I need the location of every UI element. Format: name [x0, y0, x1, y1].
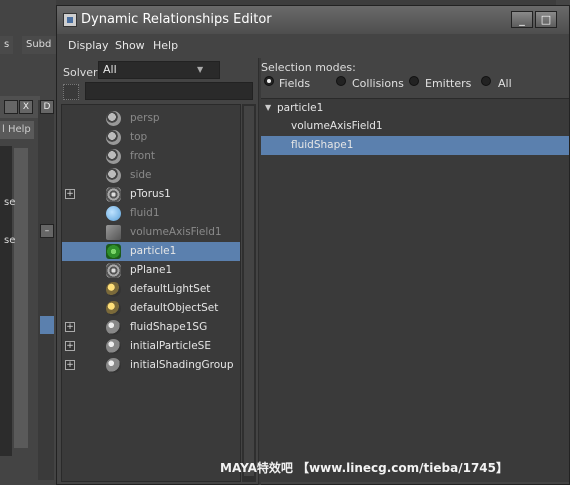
window-titlebar[interactable]: Dynamic Relationships Editor _ □ [57, 6, 569, 34]
dynamic-relationships-window: Dynamic Relationships Editor _ □ Display… [56, 5, 570, 485]
background-menu-item[interactable]: Subd [22, 36, 56, 54]
relationship-item[interactable]: volumeAxisField1 [261, 117, 569, 136]
outliner-item-label: persp [130, 112, 160, 124]
expand-icon[interactable]: + [65, 189, 75, 199]
outliner-item-label: side [130, 169, 152, 181]
outliner-item-label: pPlane1 [130, 264, 173, 276]
outliner-item-label: top [130, 131, 148, 143]
outliner-item[interactable]: defaultObjectSet [62, 299, 240, 318]
shading-group-icon [106, 320, 121, 335]
relationship-root[interactable]: particle1 [277, 102, 323, 114]
menu-show[interactable]: Show [115, 39, 145, 52]
filter-icon[interactable] [63, 84, 79, 100]
object-outliner[interactable]: persp top front side + pTorus1 fluid1 volumeAxi… [61, 104, 241, 482]
set-icon [106, 282, 121, 297]
outliner-item[interactable]: persp [62, 109, 240, 128]
collisions-radio[interactable] [336, 76, 346, 86]
outliner-item[interactable]: particle1 [62, 242, 240, 261]
particle-icon [106, 244, 121, 259]
outliner-item-label: fluid1 [130, 207, 160, 219]
solver-label: Solver [63, 66, 98, 79]
background-close-button[interactable]: X [19, 100, 33, 114]
filter-input[interactable] [85, 82, 253, 100]
fluid-icon [106, 206, 121, 221]
window-title: Dynamic Relationships Editor [81, 12, 272, 27]
outliner-item[interactable]: + fluidShape1SG [62, 318, 240, 337]
selection-modes-label: Selection modes: [261, 61, 356, 74]
outliner-item-label: pTorus1 [130, 188, 171, 200]
outliner-item-label: particle1 [130, 245, 177, 257]
set-icon [106, 301, 121, 316]
chevron-down-icon[interactable]: ▼ [197, 65, 203, 74]
outliner-item[interactable]: volumeAxisField1 [62, 223, 240, 242]
camera-icon [106, 130, 121, 145]
maximize-button[interactable]: □ [535, 11, 557, 28]
camera-icon [106, 111, 121, 126]
fields-radio-label[interactable]: Fields [279, 77, 310, 90]
expand-icon[interactable]: + [65, 341, 75, 351]
outliner-item[interactable]: defaultLightSet [62, 280, 240, 299]
fields-radio[interactable] [264, 76, 274, 86]
outliner-item[interactable]: + initialParticleSE [62, 337, 240, 356]
shading-group-icon [106, 339, 121, 354]
background-side-label: se [4, 235, 16, 246]
all-radio-label[interactable]: All [498, 77, 512, 90]
background-side-label: se [4, 197, 16, 208]
background-float-button[interactable] [4, 100, 18, 114]
background-scrollbar[interactable] [14, 148, 28, 448]
outliner-item-label: front [130, 150, 155, 162]
outliner-item-label: initialShadingGroup [130, 359, 234, 371]
menu-display[interactable]: Display [68, 39, 109, 52]
background-d-button[interactable]: D [40, 100, 54, 114]
menubar: Display Show Help [57, 35, 569, 57]
relationship-item-label: volumeAxisField1 [291, 120, 383, 132]
outliner-item[interactable]: fluid1 [62, 204, 240, 223]
relationships-panel[interactable] [261, 98, 569, 482]
outliner-item-label: fluidShape1SG [130, 321, 208, 333]
background-panel [0, 146, 12, 456]
background-side-column [38, 100, 54, 480]
mesh-icon [106, 187, 121, 202]
background-collapse-button[interactable]: – [40, 224, 54, 238]
outliner-item[interactable]: side [62, 166, 240, 185]
outliner-scroll-thumb[interactable] [244, 106, 254, 476]
outliner-item-label: initialParticleSE [130, 340, 211, 352]
camera-icon [106, 168, 121, 183]
minimize-button[interactable]: _ [511, 11, 533, 28]
mesh-icon [106, 263, 121, 278]
camera-icon [106, 149, 121, 164]
outliner-item-label: volumeAxisField1 [130, 226, 222, 238]
relationship-item[interactable]: fluidShape1 [261, 136, 569, 155]
outliner-item-label: defaultObjectSet [130, 302, 219, 314]
background-selection [40, 316, 54, 334]
watermark: MAYA特效吧 【www.linecg.com/tieba/1745】 [220, 461, 509, 475]
expand-icon[interactable]: + [65, 360, 75, 370]
app-icon [63, 13, 77, 27]
outliner-item[interactable]: + pTorus1 [62, 185, 240, 204]
shading-group-icon [106, 358, 121, 373]
background-menu-item[interactable]: s [0, 36, 14, 54]
outliner-item[interactable]: top [62, 128, 240, 147]
solver-value: All [103, 63, 117, 76]
expand-icon[interactable]: + [65, 322, 75, 332]
outliner-item-label: defaultLightSet [130, 283, 211, 295]
outliner-item[interactable]: pPlane1 [62, 261, 240, 280]
outliner-item[interactable]: + initialShadingGroup [62, 356, 240, 375]
menu-help[interactable]: Help [153, 39, 178, 52]
tree-expand-icon[interactable]: ▼ [265, 103, 271, 112]
relationship-item-label: fluidShape1 [291, 139, 354, 151]
outliner-item[interactable]: front [62, 147, 240, 166]
all-radio[interactable] [481, 76, 491, 86]
background-help-label: l Help [0, 121, 34, 139]
collisions-radio-label[interactable]: Collisions [352, 77, 404, 90]
emitters-radio-label[interactable]: Emitters [425, 77, 471, 90]
field-icon [106, 225, 121, 240]
emitters-radio[interactable] [409, 76, 419, 86]
